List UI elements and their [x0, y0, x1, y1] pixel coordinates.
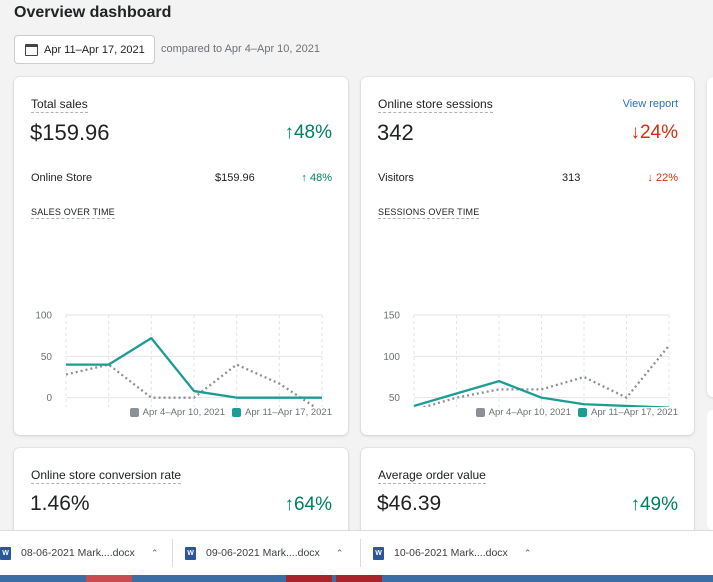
date-range-label: Apr 11–Apr 17, 2021 — [44, 43, 145, 56]
download-item[interactable]: W 08-06-2021 Mark....docx ⌃ — [0, 531, 172, 575]
legend-item-current[interactable]: Apr 11–Apr 17, 2021 — [578, 407, 678, 418]
legend-item-current[interactable]: Apr 11–Apr 17, 2021 — [232, 407, 332, 418]
total-sales-card: Total sales $159.96 ↑48% Online Store $1… — [14, 77, 348, 435]
chart-legend: Apr 4–Apr 10, 2021 Apr 11–Apr 17, 2021 — [123, 407, 332, 418]
downloads-bar: W 08-06-2021 Mark....docx ⌃ W 09-06-2021… — [0, 530, 713, 575]
compare-text: compared to Apr 4–Apr 10, 2021 — [161, 43, 320, 55]
chevron-up-icon[interactable]: ⌃ — [336, 548, 344, 559]
word-doc-icon: W — [185, 546, 196, 560]
y-tick-label: 150 — [383, 311, 400, 322]
date-range-button[interactable]: Apr 11–Apr 17, 2021 — [14, 35, 155, 64]
chart-title[interactable]: SESSIONS OVER TIME — [378, 207, 480, 219]
y-tick-label: 100 — [383, 352, 400, 363]
offscreen-card — [707, 410, 713, 530]
total-sales-change: ↑48% — [284, 122, 332, 143]
download-item[interactable]: W 10-06-2021 Mark....docx ⌃ — [361, 531, 548, 575]
taskbar-button[interactable] — [286, 575, 332, 582]
card-title[interactable]: Total sales — [31, 97, 88, 113]
legend-item-previous[interactable]: Apr 4–Apr 10, 2021 — [475, 407, 571, 418]
y-tick-label: 50 — [389, 393, 401, 404]
calendar-icon — [25, 43, 38, 56]
breakdown-label: Visitors — [378, 172, 414, 184]
y-tick-label: 100 — [35, 311, 52, 322]
card-title[interactable]: Online store sessions — [378, 97, 493, 113]
download-filename: 08-06-2021 Mark....docx — [21, 547, 135, 559]
taskbar-button[interactable] — [86, 575, 132, 582]
breakdown-change: ↓ 22% — [647, 172, 678, 184]
total-sales-value: $159.96 — [30, 120, 110, 145]
aov-change: ↑49% — [630, 494, 678, 515]
chart-legend: Apr 4–Apr 10, 2021 Apr 11–Apr 17, 2021 — [469, 407, 678, 418]
breakdown-value: $159.96 — [215, 172, 255, 184]
breakdown-label: Online Store — [31, 172, 93, 184]
chevron-up-icon[interactable]: ⌃ — [151, 548, 159, 559]
sessions-value: 342 — [377, 120, 414, 145]
card-title[interactable]: Online store conversion rate — [31, 468, 182, 484]
sessions-over-time-chart: 150100500Apr 12Apr 14Apr 16 — [383, 311, 670, 407]
word-doc-icon: W — [0, 546, 11, 560]
download-filename: 09-06-2021 Mark....docx — [206, 547, 320, 559]
chart-title[interactable]: SALES OVER TIME — [31, 207, 115, 219]
taskbar-button[interactable] — [336, 575, 382, 582]
breakdown-change: ↑ 48% — [301, 172, 332, 184]
download-filename: 10-06-2021 Mark....docx — [394, 547, 508, 559]
taskbar — [0, 575, 713, 582]
view-report-link[interactable]: View report — [623, 98, 678, 110]
breakdown-value: 313 — [562, 172, 581, 184]
conversion-rate-change: ↑64% — [284, 494, 332, 515]
aov-value: $46.39 — [377, 492, 442, 515]
card-title[interactable]: Average order value — [378, 468, 486, 484]
y-tick-label: 50 — [41, 352, 53, 363]
offscreen-card — [707, 77, 713, 397]
word-doc-icon: W — [373, 546, 384, 560]
sessions-change: ↓24% — [630, 122, 678, 143]
download-item[interactable]: W 09-06-2021 Mark....docx ⌃ — [173, 531, 360, 575]
sessions-card: Online store sessions View report 342 ↓2… — [361, 77, 694, 435]
y-tick-label: 0 — [46, 393, 52, 404]
sales-over-time-chart: 100500-50Apr 12Apr 14Apr 16 — [35, 311, 323, 407]
page-title: Overview dashboard — [14, 4, 172, 21]
chevron-up-icon[interactable]: ⌃ — [524, 548, 532, 559]
legend-item-previous[interactable]: Apr 4–Apr 10, 2021 — [129, 407, 225, 418]
conversion-rate-value: 1.46% — [30, 492, 90, 515]
